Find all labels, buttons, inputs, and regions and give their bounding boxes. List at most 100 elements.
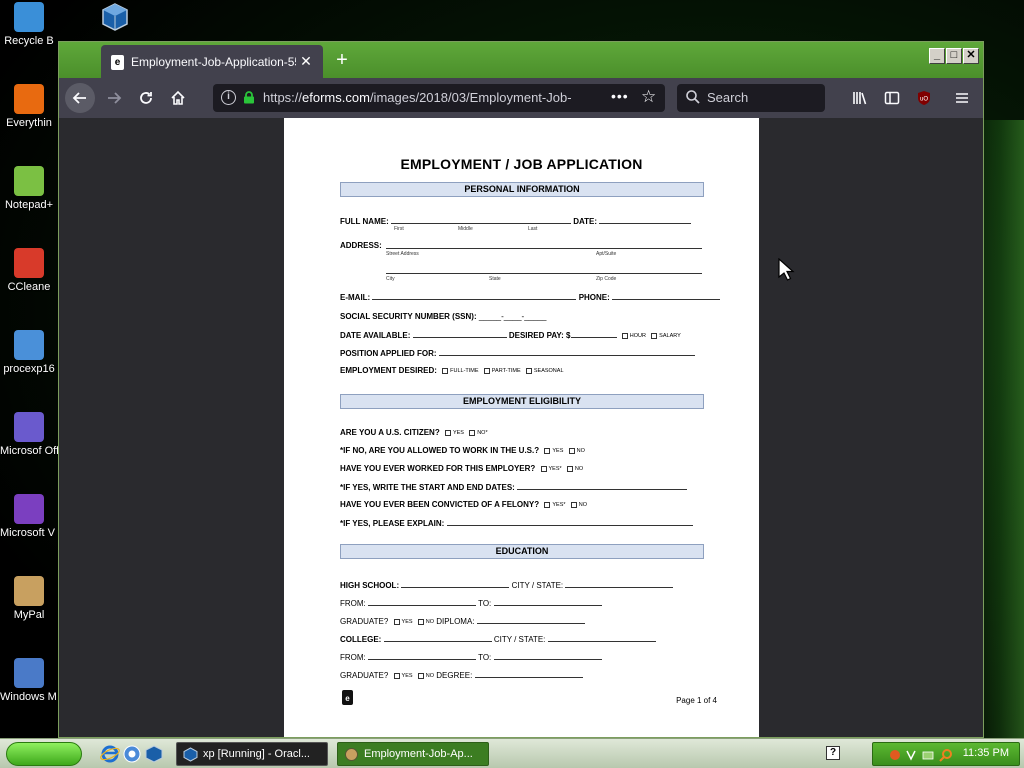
browser-quicklaunch-icon[interactable] [122,744,142,764]
search-bar[interactable]: Search [677,84,825,112]
salary-checkbox[interactable] [651,332,658,339]
hs-from-to-row: FROM: TO: [340,598,602,608]
high-school-field[interactable] [401,580,510,588]
taskbar-item-virtualbox[interactable]: xp [Running] - Oracl... [176,742,328,766]
college-graduate-yes-checkbox[interactable] [393,672,400,679]
city-state-zip-field[interactable] [386,273,702,274]
desktop-icon-7[interactable]: MyPal [0,576,58,621]
new-tab-button[interactable]: + [331,50,353,72]
allowed-no-checkbox[interactable] [568,447,575,454]
browser-task-icon [345,748,358,761]
virtualbox-desktop-icon[interactable] [100,2,130,32]
browser-titlebar[interactable]: e Employment-Job-Application-550x ✕ + _ … [59,42,983,78]
sidebar-button[interactable] [877,83,907,113]
taskbar-item-virtualbox-label: xp [Running] - Oracl... [203,748,310,760]
taskbar-item-browser[interactable]: Employment-Job-Ap... [337,742,489,766]
full-name-field[interactable] [390,216,571,224]
desktop-icon-8[interactable]: Windows M Maker [0,658,58,703]
college-field[interactable] [383,634,492,642]
eforms-logo-icon: e [342,690,353,705]
tab-close-icon[interactable]: ✕ [297,52,315,70]
ublock-origin-button[interactable]: uO [909,83,939,113]
desired-pay-field[interactable] [570,330,617,338]
allowed-yes-checkbox[interactable] [544,447,551,454]
minimize-button[interactable]: _ [929,48,945,64]
lock-icon [244,91,254,104]
college-row: COLLEGE: CITY / STATE: [340,634,656,644]
full-name-row: FULL NAME: DATE: [340,216,692,226]
ssn-label: SOCIAL SECURITY NUMBER (SSN): [340,312,477,321]
library-button[interactable] [845,83,875,113]
hs-graduate-no-checkbox[interactable] [417,618,424,625]
hs-city-state-field[interactable] [565,580,674,588]
page-actions-icon[interactable]: ••• [611,88,629,104]
desktop-icon-1[interactable]: Everythin [0,84,58,129]
desktop-icon-0[interactable]: Recycle B [0,2,58,47]
desktop-app-icon [14,84,44,114]
date-field[interactable] [599,216,692,224]
ublock-shield-icon: uO [918,91,930,105]
degree-field[interactable] [474,670,583,678]
home-button[interactable] [163,83,193,113]
back-button[interactable] [65,83,95,113]
menu-button[interactable] [947,83,977,113]
position-field[interactable] [438,348,695,356]
desktop-icon-5[interactable]: Microsof Office F. [0,412,58,457]
url-text[interactable]: https://eforms.com/images/2018/03/Employ… [263,90,603,105]
reload-button[interactable] [131,83,161,113]
start-end-dates-field[interactable] [517,482,688,490]
site-info-icon[interactable]: i [221,90,236,105]
college-city-state-label: CITY / STATE: [493,635,546,644]
college-city-state-field[interactable] [547,634,656,642]
worked-no-checkbox[interactable] [566,465,573,472]
desktop-icon-3[interactable]: CCleane [0,248,58,293]
citizen-yes-checkbox[interactable] [444,429,451,436]
college-graduate-no-checkbox[interactable] [417,672,424,679]
full-time-checkbox[interactable] [442,367,449,374]
bookmark-star-icon[interactable]: ☆ [641,87,656,107]
college-from-field[interactable] [368,652,477,660]
virtualbox-quicklaunch-icon[interactable] [144,744,164,764]
felony-no-checkbox[interactable] [570,501,577,508]
seasonal-checkbox[interactable] [525,367,532,374]
close-window-button[interactable]: ✕ [963,48,979,64]
diploma-field[interactable] [476,616,585,624]
hour-checkbox[interactable] [621,332,628,339]
part-time-checkbox[interactable] [483,367,490,374]
url-bar[interactable]: i https://eforms.com/images/2018/03/Empl… [213,84,665,112]
desktop-icon-6[interactable]: Microsoft V Studio 20 [0,494,58,539]
tray-icons[interactable] [887,747,957,763]
desktop-icon-label: Windows M Maker [0,691,58,703]
desired-pay-label: DESIRED PAY: $ [508,331,571,340]
hs-from-field[interactable] [368,598,477,606]
street-address-field[interactable] [386,248,702,249]
college-to-field[interactable] [493,652,602,660]
date-available-field[interactable] [412,330,507,338]
citizen-no-checkbox[interactable] [469,429,476,436]
desktop-icon-2[interactable]: Notepad+ [0,166,58,211]
help-icon[interactable]: ? [826,746,840,760]
ssn-field[interactable]: _____-____-_____ [479,312,547,321]
url-prefix: https:// [263,90,303,105]
internet-explorer-icon[interactable] [100,744,120,764]
email-phone-row: E-MAIL: PHONE: [340,292,721,302]
start-button[interactable] [6,742,82,766]
felony-yes-checkbox[interactable] [544,501,551,508]
hs-city-state-label: CITY / STATE: [511,581,564,590]
pdf-viewer[interactable]: EMPLOYMENT / JOB APPLICATION PERSONAL IN… [59,118,983,737]
system-tray: 11:35 PM [872,742,1020,766]
phone-field[interactable] [612,292,721,300]
forward-button[interactable] [99,83,129,113]
desktop-icon-4[interactable]: procexp16 [0,330,58,375]
hs-to-field[interactable] [493,598,602,606]
email-field[interactable] [372,292,577,300]
explain-field[interactable] [446,518,693,526]
tab-employment-application[interactable]: e Employment-Job-Application-550x ✕ [101,45,323,78]
pdf-favicon-icon: e [111,55,124,70]
desktop-icon-label: Notepad+ [4,199,53,211]
hs-from-label: FROM: [340,599,366,608]
hs-graduate-yes-checkbox[interactable] [393,618,400,625]
allowed-no-option: NO [576,447,585,454]
maximize-button[interactable]: □ [946,48,962,64]
worked-yes-checkbox[interactable] [540,465,547,472]
